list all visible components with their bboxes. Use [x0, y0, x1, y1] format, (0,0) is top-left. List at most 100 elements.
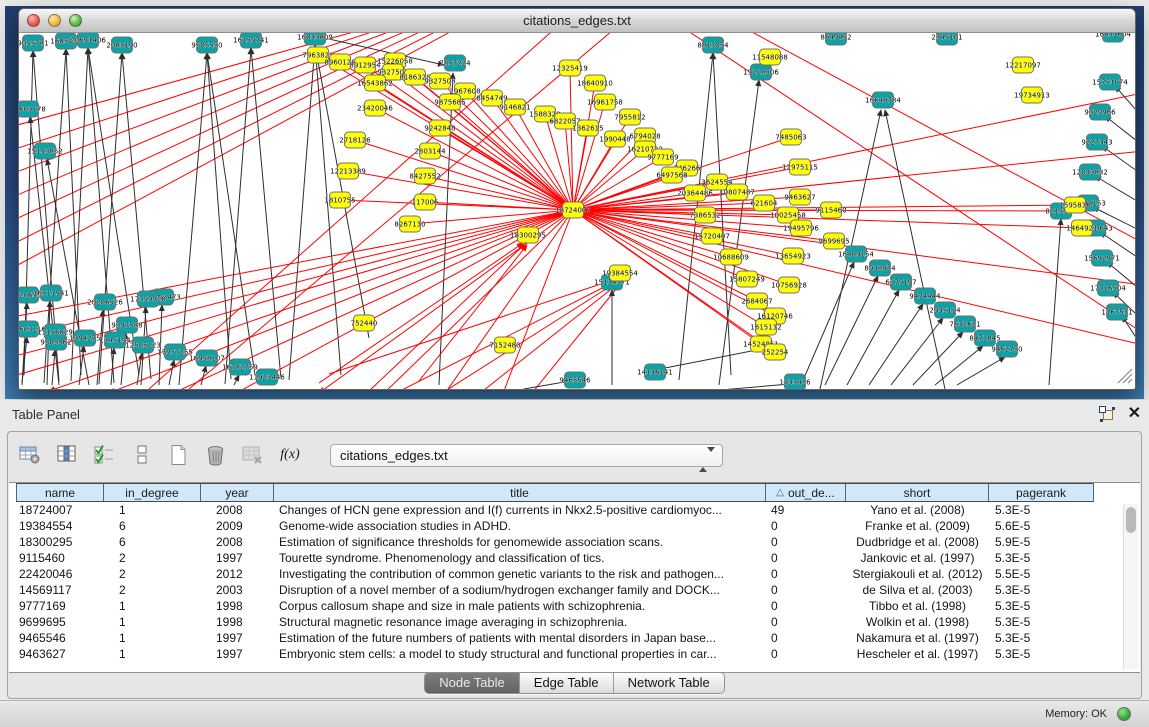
table-row[interactable]: 2242004622012Investigating the contribut… — [16, 566, 1120, 582]
graph-node[interactable]: 9699695 — [818, 233, 849, 249]
graph-node[interactable]: 16851604 — [1095, 33, 1131, 42]
graph-node[interactable]: 8471845 — [969, 330, 1000, 346]
table-cell[interactable]: Stergiakouli et al. (2012) — [846, 566, 989, 582]
table-cell[interactable]: 1 — [104, 614, 201, 630]
graph-node[interactable]: 9055781 — [19, 35, 49, 51]
table-cell[interactable]: Investigating the contribution of common… — [274, 566, 766, 582]
table-cell[interactable]: Yano et al. (2008) — [846, 502, 989, 518]
table-cell[interactable]: 9463627 — [16, 646, 104, 662]
graph-node[interactable]: 12325419 — [552, 60, 588, 76]
graph-node[interactable]: 1733426 — [779, 374, 811, 389]
graph-node[interactable]: 2803144 — [414, 143, 446, 159]
table-cell[interactable]: 2008 — [201, 534, 274, 550]
window-resize-grip[interactable] — [1118, 369, 1132, 383]
table-row[interactable]: 1872400712008Changes of HCN gene express… — [16, 502, 1120, 518]
graph-node[interactable]: 16648784 — [865, 92, 901, 108]
table-cell[interactable]: 5.3E-5 — [989, 502, 1094, 518]
table-selector-dropdown[interactable]: citations_edges.txt — [330, 444, 723, 467]
table-cell[interactable]: 2 — [104, 566, 201, 582]
table-cell[interactable]: 1998 — [201, 598, 274, 614]
column-header-title[interactable]: title — [274, 484, 766, 501]
table-cell[interactable]: 1 — [104, 630, 201, 646]
table-cell[interactable]: Embryonic stem cells: a model to study s… — [274, 646, 766, 662]
column-header-out_de[interactable]: △out_de... — [766, 484, 846, 501]
table-cell[interactable]: 5.9E-5 — [989, 534, 1094, 550]
table-cell[interactable]: 19384554 — [16, 518, 104, 534]
graph-node[interactable]: 11548088 — [752, 49, 788, 65]
table-cell[interactable]: 0 — [766, 630, 846, 646]
select-columns-icon[interactable] — [92, 443, 118, 467]
graph-node[interactable]: 9463627 — [784, 189, 815, 205]
graph-node[interactable]: 15751074 — [1092, 74, 1128, 90]
table-cell[interactable]: Dudbridge et al. (2008) — [846, 534, 989, 550]
table-cell[interactable]: Tourette syndrome. Phenomenology and cla… — [274, 550, 766, 566]
graph-node[interactable]: 10688609 — [713, 249, 749, 265]
graph-node[interactable]: 9462750 — [991, 341, 1022, 357]
scrollbar-thumb[interactable] — [1126, 507, 1136, 533]
create-column-icon[interactable] — [166, 443, 192, 467]
table-cell[interactable]: Nakamura et al. (1997) — [846, 630, 989, 646]
table-cell[interactable]: 0 — [766, 518, 846, 534]
table-cell[interactable]: 0 — [766, 566, 846, 582]
graph-node[interactable]: 9115460 — [815, 202, 846, 218]
table-cell[interactable]: Franke et al. (2009) — [846, 518, 989, 534]
graph-node[interactable]: 8938924 — [864, 260, 896, 276]
graph-node[interactable]: 8267130 — [394, 216, 425, 232]
graph-node[interactable]: 8427552 — [409, 168, 440, 184]
table-cell[interactable]: 18300295 — [16, 534, 104, 550]
table-row[interactable]: 946554611997Estimation of the future num… — [16, 630, 1120, 646]
table-cell[interactable]: 2008 — [201, 502, 274, 518]
graph-node[interactable]: 252254 — [762, 344, 789, 360]
table-cell[interactable]: 5.6E-5 — [989, 518, 1094, 534]
memory-ok-indicator-icon[interactable] — [1117, 707, 1131, 721]
table-cell[interactable]: de Silva et al. (2003) — [846, 582, 989, 598]
table-cell[interactable]: 2 — [104, 550, 201, 566]
table-cell[interactable]: Hescheler et al. (1997) — [846, 646, 989, 662]
graph-node[interactable]: 9465546 — [559, 372, 591, 388]
graph-node[interactable]: 9227343 — [1081, 134, 1112, 150]
graph-node[interactable]: 16033809 — [297, 33, 333, 45]
table-cell[interactable]: Estimation of significance thresholds fo… — [274, 534, 766, 550]
table-cell[interactable]: 0 — [766, 646, 846, 662]
table-cell[interactable]: 5.3E-5 — [989, 582, 1094, 598]
graph-node[interactable]: 12213389 — [330, 163, 366, 179]
table-cell[interactable]: 1997 — [201, 646, 274, 662]
table-cell[interactable]: 0 — [766, 614, 846, 630]
table-cell[interactable]: Jankovic et al. (1997) — [846, 550, 989, 566]
table-cell[interactable]: 5.3E-5 — [989, 630, 1094, 646]
table-cell[interactable]: 0 — [766, 534, 846, 550]
graph-node[interactable]: 17957255 — [157, 344, 193, 360]
table-row[interactable]: 1938455462009Genome-wide association stu… — [16, 518, 1120, 534]
graph-node[interactable]: 16409154 — [838, 246, 874, 262]
table-cell[interactable]: 2012 — [201, 566, 274, 582]
graph-node[interactable]: 7386532 — [689, 207, 720, 223]
graph-node[interactable]: 19218506 — [743, 64, 779, 80]
table-cell[interactable]: 5.3E-5 — [989, 614, 1094, 630]
column-header-name[interactable]: name — [16, 484, 104, 501]
row-height-icon[interactable] — [129, 443, 155, 467]
graph-node[interactable]: 9329966 — [1084, 104, 1116, 120]
graph-node[interactable]: 621604 — [751, 195, 778, 211]
graph-node[interactable]: 8813054 — [697, 37, 729, 53]
table-cell[interactable]: 1998 — [201, 614, 274, 630]
table-cell[interactable]: 0 — [766, 582, 846, 598]
table-vertical-scrollbar[interactable] — [1123, 504, 1138, 669]
table-cell[interactable]: Disruption of a novel member of a sodium… — [274, 582, 766, 598]
float-window-icon[interactable] — [1099, 406, 1115, 422]
table-cell[interactable]: 14569117 — [16, 582, 104, 598]
graph-node[interactable]: 15807249 — [729, 271, 765, 287]
graph-node[interactable]: 10756928 — [771, 277, 807, 293]
table-cell[interactable]: 49 — [766, 502, 846, 518]
table-cell[interactable]: 1997 — [201, 550, 274, 566]
table-row[interactable]: 1456911722003Disruption of a novel membe… — [16, 582, 1120, 598]
graph-node[interactable]: 23420046 — [357, 100, 393, 116]
close-panel-icon[interactable]: ✕ — [1128, 403, 1141, 423]
graph-node[interactable]: 752440 — [351, 315, 378, 331]
graph-node[interactable]: 11603178 — [19, 101, 46, 117]
graph-node[interactable]: 117006 — [412, 194, 439, 210]
graph-node[interactable]: 6379197 — [885, 274, 916, 290]
table-row[interactable]: 946362711997Embryonic stem cells: a mode… — [16, 646, 1120, 662]
graph-node[interactable]: 12093832 — [1072, 164, 1108, 180]
table-cell[interactable]: 9699695 — [16, 614, 104, 630]
graph-node[interactable]: 16159741 — [233, 33, 269, 48]
